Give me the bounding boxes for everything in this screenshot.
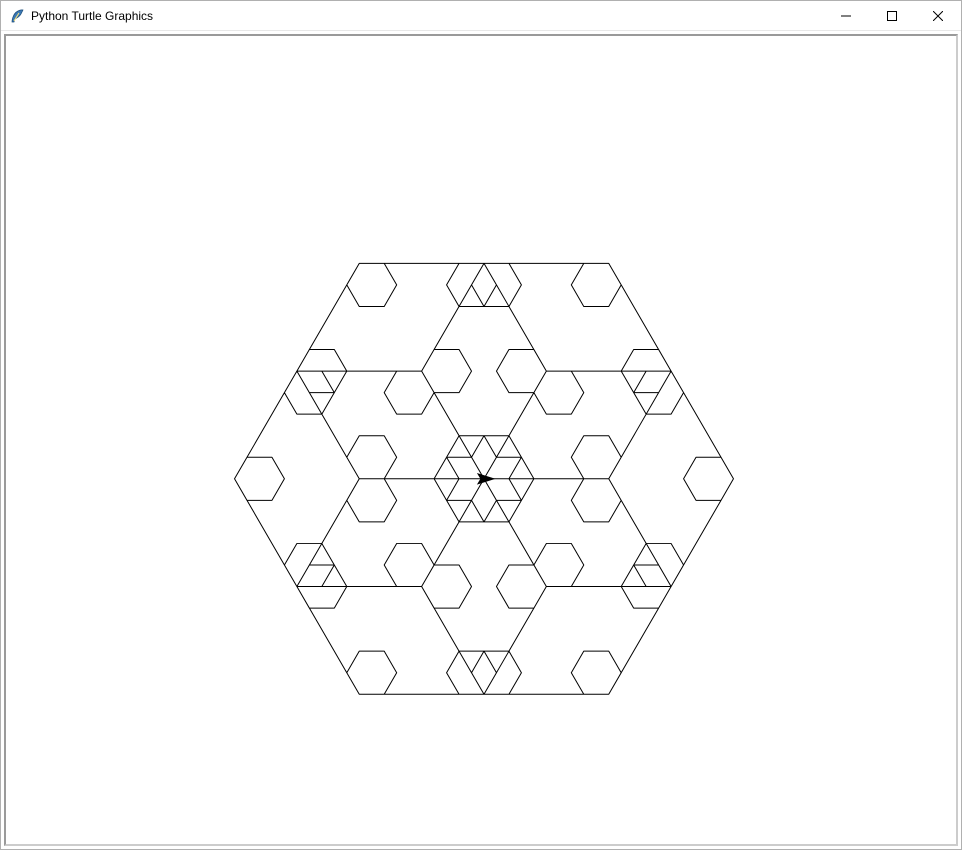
close-button[interactable] [915, 1, 961, 30]
minimize-button[interactable] [823, 1, 869, 30]
maximize-button[interactable] [869, 1, 915, 30]
client-area [1, 31, 961, 849]
feather-icon [9, 8, 25, 24]
minimize-icon [841, 11, 851, 21]
maximize-icon [887, 11, 897, 21]
app-window: Python Turtle Graphics [0, 0, 962, 850]
turtle-canvas [6, 36, 956, 844]
titlebar[interactable]: Python Turtle Graphics [1, 1, 961, 31]
window-controls [823, 1, 961, 30]
canvas-frame [4, 34, 958, 846]
close-icon [933, 11, 943, 21]
window-title: Python Turtle Graphics [31, 1, 153, 31]
